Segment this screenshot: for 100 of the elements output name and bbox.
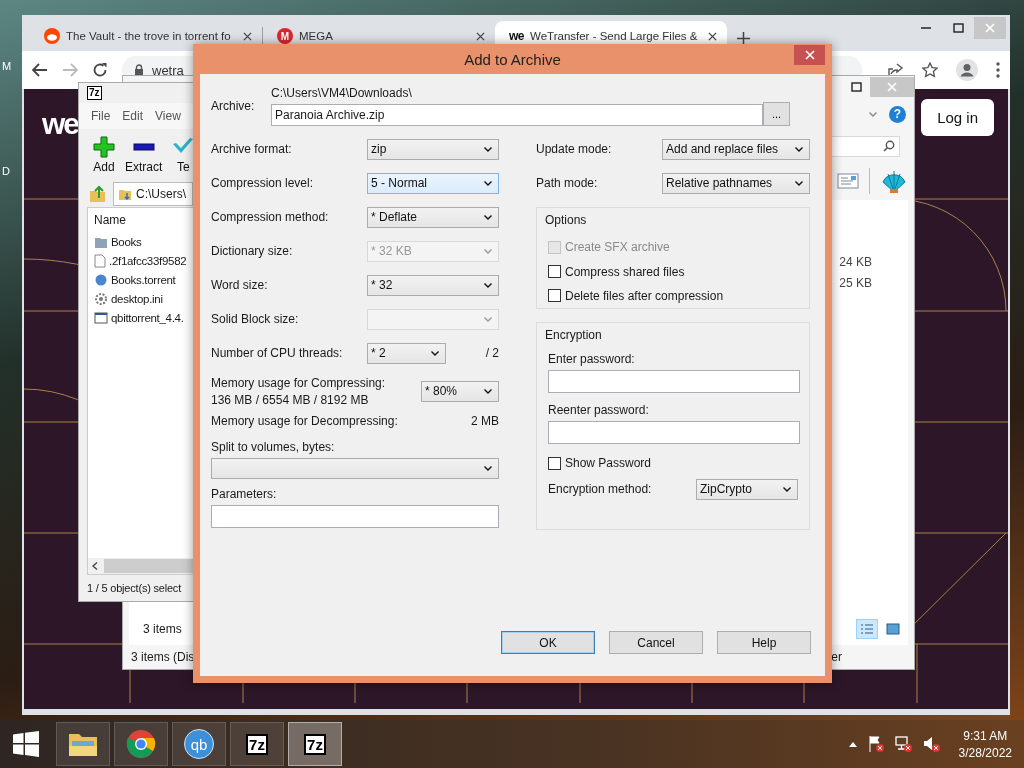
field-label: Memory usage for Compressing:	[211, 375, 386, 390]
dropdown[interactable]: * 2	[367, 342, 446, 364]
help-icon[interactable]: ?	[889, 105, 906, 123]
chevron-down-icon	[783, 486, 791, 492]
reload-icon[interactable]	[92, 62, 108, 78]
password-field[interactable]	[548, 370, 800, 393]
scrollbar[interactable]	[88, 558, 193, 574]
path-field[interactable]: C:\Users\	[113, 182, 193, 206]
close-button[interactable]	[794, 45, 825, 65]
file-name[interactable]: Books	[111, 235, 142, 248]
search-field[interactable]	[830, 135, 900, 157]
memory-value: 2 MB	[471, 414, 499, 428]
close-icon[interactable]	[708, 31, 717, 41]
column-header[interactable]: Name	[94, 213, 126, 227]
close-icon[interactable]	[243, 31, 252, 41]
toolbar-button[interactable]: Add	[93, 136, 115, 174]
windows-logo-icon[interactable]	[13, 731, 39, 757]
volume-muted-icon[interactable]	[922, 735, 941, 753]
group-title: Encryption	[545, 328, 603, 342]
alien-head-icon	[44, 28, 60, 44]
field-label: Number of CPU threads:	[211, 346, 344, 360]
checkbox[interactable]: Compress shared files	[548, 259, 798, 284]
flag-icon[interactable]	[866, 735, 885, 753]
dropdown[interactable]: * Deflate	[367, 206, 499, 228]
dialog-button[interactable]: Cancel	[609, 631, 703, 654]
field-label: Compression method:	[211, 210, 330, 224]
details-pane-icon[interactable]	[837, 173, 859, 189]
file-size: 24 KB	[839, 254, 872, 269]
window-title: Add to Archive	[464, 50, 561, 68]
field-label: Encryption method:	[548, 482, 652, 496]
thread-total: / 2	[485, 346, 499, 360]
file-name[interactable]: .2f1afcc33f9582	[109, 254, 187, 267]
file-name[interactable]: qbittorrent_4.4.	[111, 311, 184, 324]
field-label: Solid Block size:	[211, 312, 300, 326]
dropdown[interactable]: * 80%	[421, 380, 499, 402]
chevron-down-icon	[484, 214, 492, 220]
caret-up-icon[interactable]	[848, 741, 857, 747]
file-name[interactable]: Books.torrent	[111, 273, 176, 286]
archive-name-field[interactable]: Paranoia Archive.zip	[271, 104, 763, 126]
share-icon[interactable]	[888, 63, 904, 77]
dropdown[interactable]: zip	[367, 138, 499, 160]
folder-icon	[118, 187, 132, 201]
profile-icon[interactable]	[956, 59, 978, 81]
taskbar-app[interactable]	[56, 722, 110, 766]
menu-icon[interactable]	[996, 62, 1000, 78]
field-label: Split to volumes, bytes:	[211, 440, 336, 454]
maximize-icon	[952, 23, 964, 33]
dropdown[interactable]: Relative pathnames	[662, 172, 810, 194]
settings-file-icon	[94, 291, 108, 306]
password-field[interactable]	[548, 421, 800, 444]
chevron-down-icon	[484, 146, 492, 152]
taskbar-app[interactable]: 7z	[230, 722, 284, 766]
menu-item[interactable]: File	[91, 109, 111, 123]
chevron-down-icon	[484, 248, 492, 254]
list-icon	[860, 623, 874, 635]
chevron-down-icon	[484, 180, 492, 186]
network-icon[interactable]	[894, 735, 913, 753]
taskbar-app[interactable]: 7z	[288, 722, 342, 766]
program-icon	[94, 310, 108, 325]
app-logo: 7z	[87, 86, 102, 100]
plus-icon[interactable]	[737, 32, 750, 45]
chevron-down-icon	[795, 180, 803, 186]
star-icon[interactable]	[922, 62, 938, 78]
login-button[interactable]: Log in	[921, 99, 994, 136]
dropdown[interactable]: ZipCrypto	[696, 478, 798, 500]
close-icon[interactable]	[476, 31, 485, 41]
archive-folder: C:\Users\VM4\Downloads\	[271, 86, 413, 102]
dropdown[interactable]: 5 - Normal	[367, 172, 499, 194]
dialog-button[interactable]: Help	[717, 631, 811, 654]
browser-tab[interactable]: M MEGA	[263, 21, 495, 51]
chevron-down-icon	[795, 146, 803, 152]
clock-time[interactable]: 9:31 AM	[963, 728, 1008, 743]
seashell-icon[interactable]	[880, 168, 908, 194]
minimize-icon	[921, 27, 931, 29]
file-name[interactable]: desktop.ini	[111, 292, 163, 305]
close-icon	[804, 50, 815, 60]
parameters-field[interactable]	[211, 505, 499, 528]
dialog-button[interactable]: OK	[501, 631, 595, 654]
chrome-icon	[126, 729, 156, 759]
browse-button[interactable]: ...	[763, 102, 790, 126]
wetransfer-logo: we	[42, 107, 79, 141]
field-label: Update mode:	[536, 142, 613, 156]
scroll-left-icon	[92, 562, 98, 570]
clock-date[interactable]: 3/28/2022	[958, 745, 1012, 760]
checkbox[interactable]: Delete files after compression	[548, 283, 798, 308]
menu-item[interactable]: View	[155, 109, 181, 123]
field-label: Parameters:	[211, 487, 278, 501]
up-folder-icon[interactable]	[89, 185, 107, 203]
browser-tab[interactable]: The Vault - the trove in torrent fo	[30, 21, 262, 51]
back-icon[interactable]	[32, 63, 48, 77]
checkbox[interactable]: Show Password	[548, 450, 798, 476]
memory-usage: 136 MB / 6554 MB / 8192 MB	[211, 392, 370, 407]
toolbar-button[interactable]: Extract	[125, 136, 163, 174]
taskbar-app[interactable]	[114, 722, 168, 766]
dropdown[interactable]: Add and replace files	[662, 138, 810, 160]
menu-item[interactable]: Edit	[122, 109, 144, 123]
dropdown[interactable]: * 32	[367, 274, 499, 296]
maximize-icon	[850, 82, 862, 92]
toolbar-button[interactable]: Te	[172, 136, 193, 174]
plus-icon	[93, 136, 115, 158]
